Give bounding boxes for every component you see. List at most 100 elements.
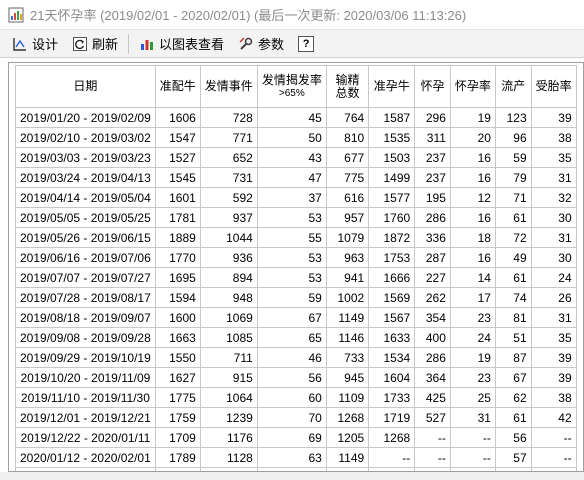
cell-preg-rate: 12 bbox=[449, 187, 496, 208]
cell-conception: 30 bbox=[530, 247, 577, 268]
cell-preg-rate: 24 bbox=[449, 327, 496, 348]
table-row[interactable]: 2019/05/26 - 2019/06/15 1889 1044 55 1079 187… bbox=[15, 227, 577, 248]
cell-preg-rate: 16 bbox=[449, 167, 496, 188]
pregnancy-rate-table: 日期 准配牛 发情事件 发情揭发率 >65% 输精 总数 准孕牛 怀孕 怀孕率 … bbox=[15, 65, 577, 471]
cell-bred: 1109 bbox=[325, 387, 370, 408]
cell-bred: 941 bbox=[325, 267, 370, 288]
report-grid: 日期 准配牛 发情事件 发情揭发率 >65% 输精 总数 准孕牛 怀孕 怀孕率 … bbox=[8, 62, 584, 472]
cell-conception: 31 bbox=[530, 227, 577, 248]
cell-abort: 87 bbox=[494, 347, 532, 368]
cell-preg-eligible: 1872 bbox=[368, 227, 416, 248]
cell-heat-rate: 69 bbox=[256, 427, 327, 448]
column-header-abort[interactable]: 流产 bbox=[494, 65, 532, 108]
cell-bred: 963 bbox=[325, 247, 370, 268]
table-row[interactable]: 2019/09/29 - 2019/10/19 1550 711 46 733 1534 2… bbox=[15, 347, 577, 368]
cell-heat-rate: 53 bbox=[256, 207, 327, 228]
chart-view-label: 以图表查看 bbox=[159, 37, 225, 52]
cell-abort: 62 bbox=[494, 387, 532, 408]
cell-heat-rate: 67 bbox=[256, 307, 327, 328]
heat-rate-header-line1: 发情揭发率 bbox=[261, 72, 322, 87]
cell-heat-events: 1044 bbox=[199, 227, 258, 248]
column-header-preg-eligible[interactable]: 准孕牛 bbox=[368, 65, 416, 108]
cell-abort: 81 bbox=[494, 307, 532, 328]
table-row[interactable]: 2019/10/20 - 2019/11/09 1627 915 56 945 1604 3… bbox=[15, 367, 577, 388]
cell-abort: 61 bbox=[494, 207, 532, 228]
cell-heat-rate: 53 bbox=[256, 267, 327, 288]
cell-preg-eligible: 1577 bbox=[368, 187, 416, 208]
cell-heat-rate: 65 bbox=[256, 327, 327, 348]
cell-preg-eligible: 1604 bbox=[368, 367, 416, 388]
cell-pregnant: 286 bbox=[414, 207, 451, 228]
cell-heat-rate: 43 bbox=[256, 147, 327, 168]
table-row[interactable]: 2019/01/20 - 2019/02/09 1606 728 45 764 1587 2… bbox=[15, 107, 577, 128]
cell-preg-eligible: -- bbox=[368, 447, 416, 468]
table-row[interactable]: 2019/12/22 - 2020/01/11 1709 1176 69 1205 126… bbox=[15, 427, 577, 448]
column-header-heat-events[interactable]: 发情事件 bbox=[199, 65, 258, 108]
table-row[interactable]: 2019/11/10 - 2019/11/30 1775 1064 60 1109 173… bbox=[15, 387, 577, 408]
cell-period: 2019/12/01 - 2019/12/21 bbox=[15, 407, 156, 428]
column-header-eligible[interactable]: 准配牛 bbox=[154, 65, 201, 108]
cell-bred: 1268 bbox=[325, 407, 370, 428]
table-row[interactable]: 2019/07/07 - 2019/07/27 1695 894 53 941 1666 2… bbox=[15, 267, 577, 288]
refresh-label: 刷新 bbox=[92, 37, 119, 52]
table-row[interactable]: 2019/12/01 - 2019/12/21 1759 1239 70 1268 171… bbox=[15, 407, 577, 428]
refresh-button[interactable]: 刷新 bbox=[68, 33, 122, 55]
column-header-bred[interactable]: 输精 总数 bbox=[325, 65, 370, 108]
cell-heat-rate: 45 bbox=[256, 107, 327, 128]
cell-eligible: 1545 bbox=[154, 167, 201, 188]
cell-pregnant: 237 bbox=[414, 147, 451, 168]
table-row[interactable]: 2019/05/05 - 2019/05/25 1781 937 53 957 1760 2… bbox=[15, 207, 577, 228]
cell-heat-events: 1239 bbox=[199, 407, 258, 428]
cell-bred: 764 bbox=[325, 107, 370, 128]
cell-conception: -- bbox=[530, 447, 577, 468]
cell-abort: 123 bbox=[494, 107, 532, 128]
help-button[interactable]: ? bbox=[298, 35, 315, 52]
cell-preg-eligible: 1719 bbox=[368, 407, 416, 428]
cell-abort: 67 bbox=[494, 367, 532, 388]
table-row[interactable]: 2019/08/18 - 2019/09/07 1600 1069 67 1149 156… bbox=[15, 307, 577, 328]
cell-abort: 74 bbox=[494, 287, 532, 308]
cell-heat-rate: 50 bbox=[256, 127, 327, 148]
cell-period: 2019/04/14 - 2019/05/04 bbox=[15, 187, 156, 208]
toolbar: 设计 刷新 以图表查看 参数 ? bbox=[0, 30, 584, 58]
wrench-icon bbox=[238, 36, 254, 52]
column-header-period[interactable]: 日期 bbox=[15, 65, 156, 108]
cell-heat-events: 915 bbox=[199, 367, 258, 388]
cell-preg-eligible: 1503 bbox=[368, 147, 416, 168]
cell-bred: 677 bbox=[325, 147, 370, 168]
cell-preg-eligible: 1633 bbox=[368, 327, 416, 348]
cell-heat-rate: 70 bbox=[256, 407, 327, 428]
cell-preg-rate: -- bbox=[449, 427, 496, 448]
cell-abort: 59 bbox=[494, 147, 532, 168]
cell-bred: 1146 bbox=[325, 327, 370, 348]
cell-abort: 51 bbox=[494, 327, 532, 348]
parameters-button[interactable]: 参数 bbox=[234, 33, 288, 55]
table-row[interactable]: 2019/06/16 - 2019/07/06 1770 936 53 963 1753 2… bbox=[15, 247, 577, 268]
cell-heat-rate: 59 bbox=[256, 287, 327, 308]
cell-conception: 39 bbox=[530, 107, 577, 128]
report-app-icon bbox=[8, 7, 24, 23]
cell-preg-rate: 16 bbox=[449, 207, 496, 228]
design-button[interactable]: 设计 bbox=[8, 33, 62, 55]
cell-heat-rate: 46 bbox=[256, 347, 327, 368]
column-header-pregnant[interactable]: 怀孕 bbox=[414, 65, 451, 108]
column-header-conception[interactable]: 受胎率 bbox=[530, 65, 577, 108]
status-bar bbox=[0, 472, 584, 480]
column-header-preg-rate[interactable]: 怀孕率 bbox=[449, 65, 496, 108]
table-row[interactable]: 2019/03/03 - 2019/03/23 1527 652 43 677 1503 2… bbox=[15, 147, 577, 168]
table-row[interactable]: 2020/01/12 - 2020/02/01 1789 1128 63 1149 -- -… bbox=[15, 447, 577, 468]
chart-view-button[interactable]: 以图表查看 bbox=[135, 33, 228, 55]
cell-heat-rate: 37 bbox=[256, 187, 327, 208]
cell-period: 2020/01/12 - 2020/02/01 bbox=[15, 447, 156, 468]
table-row[interactable]: 2019/04/14 - 2019/05/04 1601 592 37 616 1577 1… bbox=[15, 187, 577, 208]
table-row[interactable]: 2019/03/24 - 2019/04/13 1545 731 47 775 1499 2… bbox=[15, 167, 577, 188]
cell-bred: 775 bbox=[325, 167, 370, 188]
cell-conception: 38 bbox=[530, 127, 577, 148]
cell-preg-eligible: 1666 bbox=[368, 267, 416, 288]
column-header-heat-rate[interactable]: 发情揭发率 >65% bbox=[256, 65, 327, 108]
cell-heat-events: 1069 bbox=[199, 307, 258, 328]
table-row[interactable]: 2019/07/28 - 2019/08/17 1594 948 59 1002 1569… bbox=[15, 287, 577, 308]
table-row[interactable]: 2019/09/08 - 2019/09/28 1663 1085 65 1146 163… bbox=[15, 327, 577, 348]
table-row[interactable]: 2019/02/10 - 2019/03/02 1547 771 50 810 1535 3… bbox=[15, 127, 577, 148]
cell-preg-rate: 31 bbox=[449, 407, 496, 428]
